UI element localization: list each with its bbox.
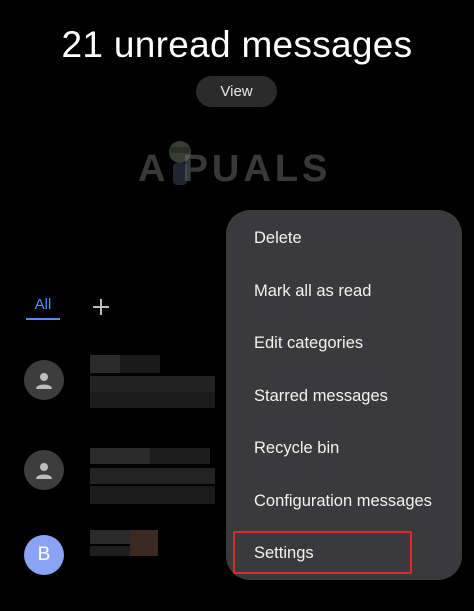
menu-item-starred-messages[interactable]: Starred messages bbox=[254, 387, 388, 406]
plus-icon[interactable] bbox=[90, 296, 112, 318]
avatar bbox=[24, 360, 64, 400]
menu-item-edit-categories[interactable]: Edit categories bbox=[254, 334, 363, 353]
person-icon bbox=[36, 463, 52, 479]
tab-all-underline bbox=[26, 318, 60, 320]
person-icon bbox=[36, 373, 52, 389]
watermark: A PUALS bbox=[138, 141, 331, 191]
menu-item-recycle-bin[interactable]: Recycle bin bbox=[254, 439, 339, 458]
unread-count-title: 21 unread messages bbox=[61, 24, 413, 65]
avatar bbox=[24, 450, 64, 490]
conversation-row[interactable] bbox=[0, 340, 250, 420]
conversation-row[interactable] bbox=[0, 430, 250, 510]
menu-item-mark-all-read[interactable]: Mark all as read bbox=[254, 282, 371, 301]
settings-highlight-box bbox=[233, 531, 412, 574]
menu-item-configuration-messages[interactable]: Configuration messages bbox=[254, 492, 432, 511]
avatar: B bbox=[24, 535, 64, 575]
tab-all[interactable]: All bbox=[26, 296, 60, 313]
conversation-row[interactable]: B bbox=[0, 520, 250, 600]
overflow-menu: Delete Mark all as read Edit categories … bbox=[226, 210, 462, 580]
view-button[interactable]: View bbox=[196, 76, 277, 107]
mascot-logo-icon bbox=[169, 141, 191, 185]
menu-item-delete[interactable]: Delete bbox=[254, 229, 302, 248]
